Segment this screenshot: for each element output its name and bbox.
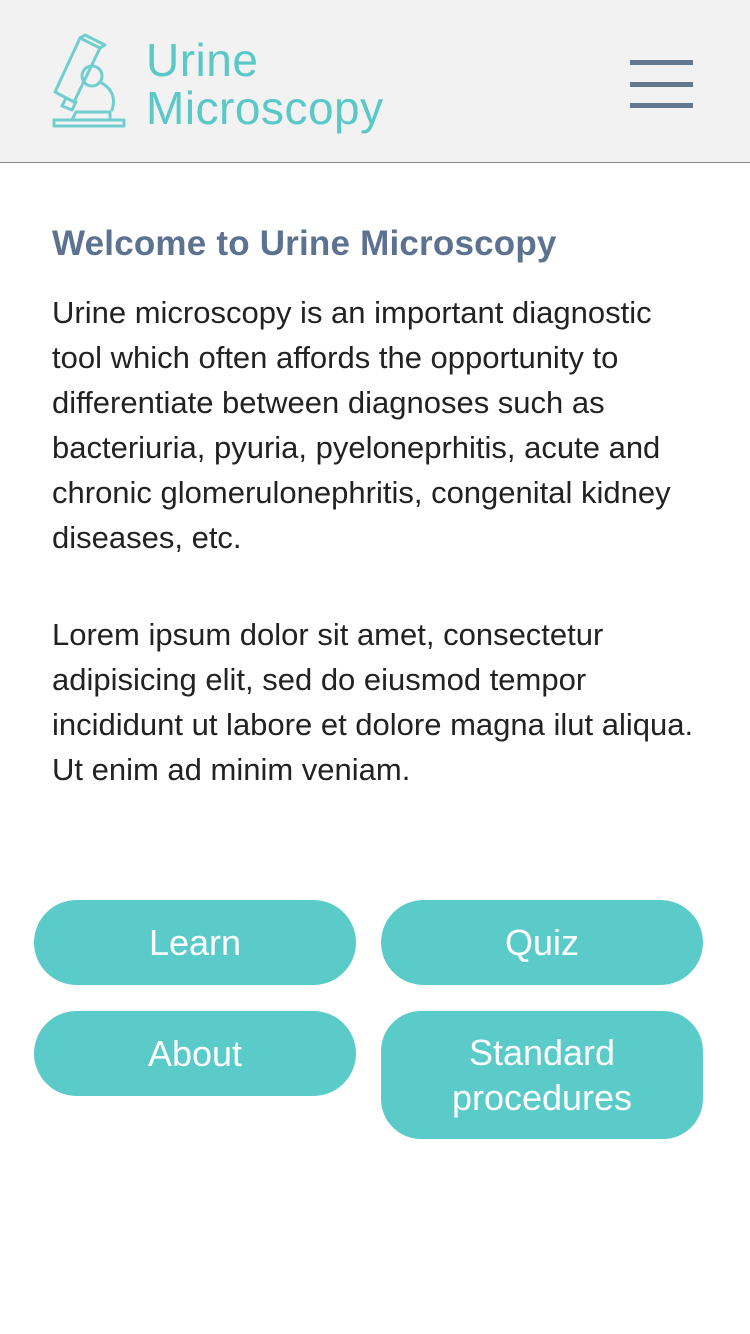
app-title-line2: Microscopy bbox=[146, 82, 384, 134]
learn-button[interactable]: Learn bbox=[34, 900, 356, 985]
menu-bar bbox=[630, 82, 693, 87]
menu-bar bbox=[630, 103, 693, 108]
lorem-paragraph: Lorem ipsum dolor sit amet, consectetur … bbox=[52, 617, 694, 787]
standard-procedures-button[interactable]: Standard procedures bbox=[381, 1011, 703, 1139]
microscope-icon bbox=[50, 32, 128, 128]
hamburger-menu-icon[interactable] bbox=[626, 58, 694, 112]
app-title: Urine Microscopy bbox=[146, 36, 384, 132]
app-header: Urine Microscopy bbox=[0, 0, 750, 163]
intro-paragraph: Urine microscopy is an important diagnos… bbox=[52, 295, 671, 555]
menu-bar bbox=[630, 60, 693, 65]
welcome-heading: Welcome to Urine Microscopy bbox=[52, 224, 557, 263]
app-title-line1: Urine bbox=[146, 34, 259, 86]
main-content: Welcome to Urine Microscopy Urine micros… bbox=[52, 222, 702, 792]
about-button[interactable]: About bbox=[34, 1011, 356, 1096]
quiz-button[interactable]: Quiz bbox=[381, 900, 703, 985]
